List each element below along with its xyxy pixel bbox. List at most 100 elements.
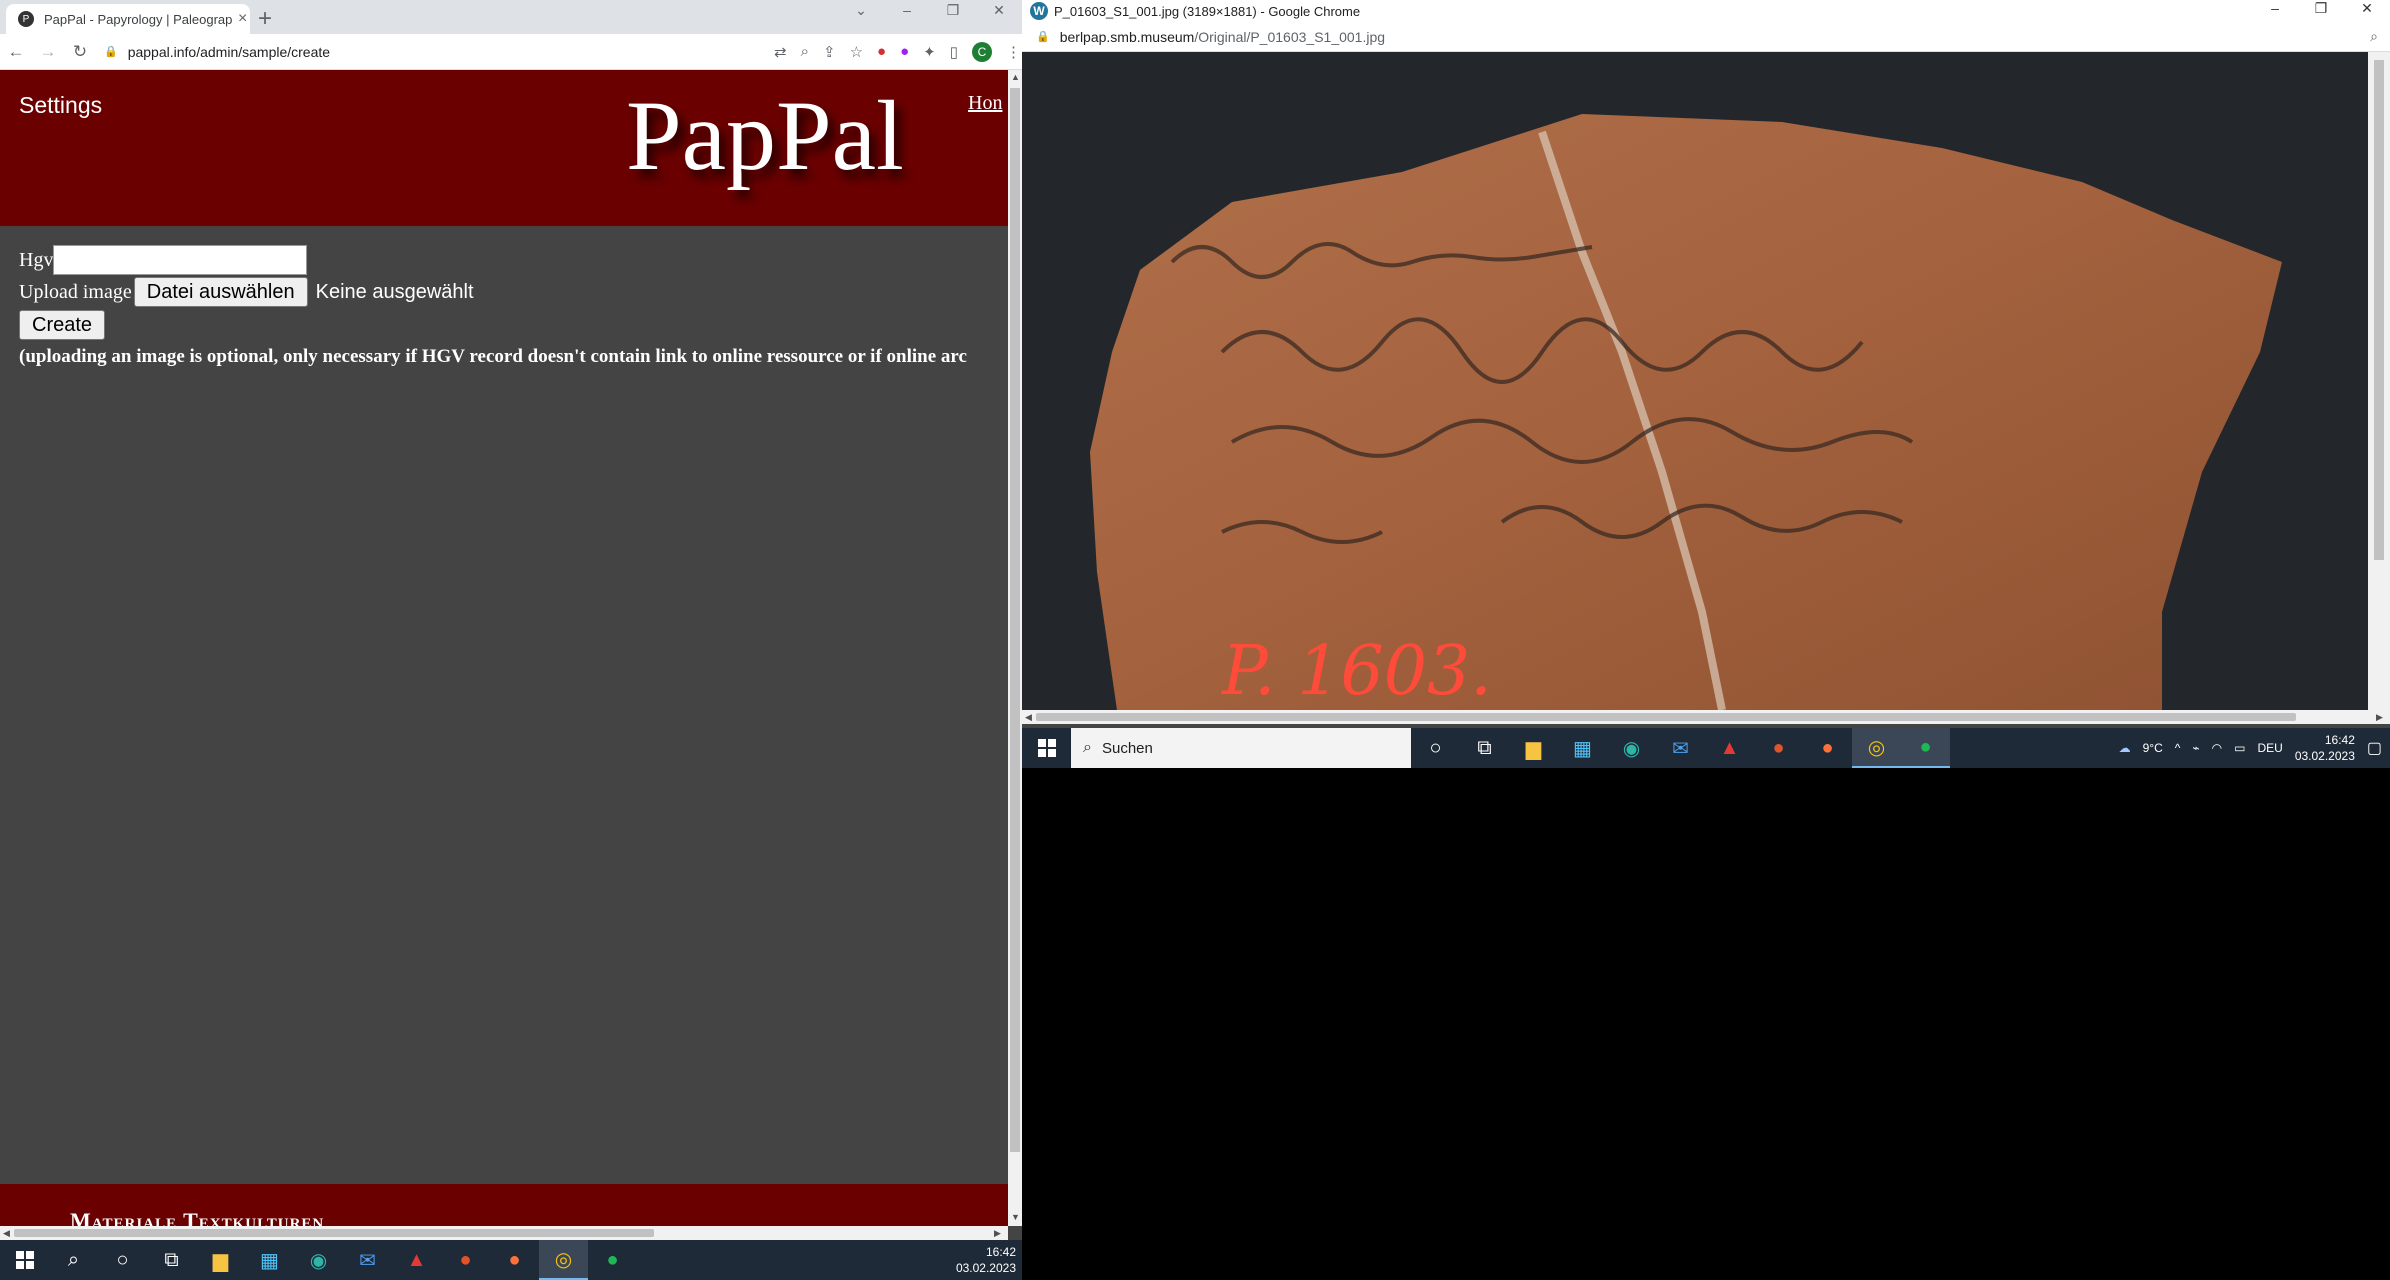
restore-icon[interactable]: ❐ (2298, 0, 2344, 17)
battery-icon[interactable]: ▭ (2234, 741, 2245, 755)
horizontal-scrollbar[interactable]: ◀ ▶ (1022, 710, 2390, 724)
extension-purple-icon[interactable]: ● (900, 43, 909, 60)
acrobat-icon[interactable]: ▲ (1705, 728, 1754, 768)
side-panel-icon[interactable]: ▯ (950, 43, 958, 61)
tab-strip: P PapPal - Papyrology | Paleograph × + ⌄… (0, 0, 1022, 34)
mail-icon[interactable]: ✉ (1656, 728, 1705, 768)
spotify-icon[interactable]: ● (588, 1240, 637, 1280)
weather-temperature[interactable]: 9°C (2143, 741, 2163, 755)
chrome-icon[interactable]: ◎ (539, 1240, 588, 1280)
scrollbar-thumb[interactable] (14, 1229, 654, 1237)
scroll-right-icon[interactable]: ▶ (2376, 712, 2383, 723)
share-icon[interactable]: ⇪ (823, 43, 836, 61)
taskbar-clock[interactable]: 16:42 03.02.2023 (956, 1244, 1016, 1276)
new-tab-icon[interactable]: + (258, 5, 272, 33)
scroll-down-icon[interactable]: ▼ (1011, 1212, 1020, 1222)
minimize-icon[interactable]: – (884, 2, 930, 19)
minimize-icon[interactable]: – (2252, 0, 2298, 17)
powerpoint-icon[interactable]: ● (1754, 728, 1803, 768)
image-inventory-label: P. 1603. (1220, 632, 1492, 710)
tab-search-icon[interactable]: ⌄ (838, 2, 884, 19)
scroll-left-icon[interactable]: ◀ (1025, 712, 1032, 723)
lock-icon: 🔒 (104, 46, 118, 58)
firefox-icon[interactable]: ● (490, 1240, 539, 1280)
powerpoint-icon[interactable]: ● (441, 1240, 490, 1280)
start-windows-icon[interactable] (1022, 728, 1071, 768)
scrollbar-thumb[interactable] (1036, 713, 2296, 721)
close-window-icon[interactable]: ✕ (976, 2, 1022, 19)
scroll-up-icon[interactable]: ▲ (1011, 72, 1020, 82)
file-explorer-icon[interactable]: ▆ (1509, 728, 1558, 768)
cortana-icon[interactable]: ○ (1411, 728, 1460, 768)
site-footer: Materiale Textkulturen (0, 1184, 1008, 1226)
choose-file-button[interactable]: Datei auswählen (133, 277, 308, 307)
wordpress-favicon-icon: W (1030, 2, 1048, 20)
browser-tab[interactable]: P PapPal - Papyrology | Paleograph × (6, 4, 250, 34)
lock-icon: 🔒 (1036, 31, 1050, 43)
extension-red-icon[interactable]: ● (877, 43, 886, 60)
tab-close-icon[interactable]: × (238, 10, 247, 28)
menu-kebab-icon[interactable]: ⋮ (1006, 43, 1021, 61)
firefox-icon[interactable]: ● (1803, 728, 1852, 768)
address-toolbar: ← → ↻ 🔒 pappal.info/admin/sample/create … (0, 34, 1022, 70)
network-icon[interactable]: ⌁ (2192, 741, 2199, 755)
clock-time: 16:42 (985, 1245, 1016, 1259)
search-placeholder: Suchen (1101, 739, 1153, 757)
search-icon[interactable]: ⌕ (49, 1240, 98, 1280)
window-controls: – ❐ ✕ (2252, 0, 2390, 17)
scrollbar-thumb[interactable] (1010, 88, 1020, 1152)
create-button[interactable]: Create (19, 310, 106, 340)
url-path: /Original/P_01603_S1_001.jpg (1194, 28, 1386, 45)
image-viewer[interactable]: P. 1603. (1022, 52, 2368, 710)
store-icon[interactable]: ▦ (245, 1240, 294, 1280)
scroll-right-icon[interactable]: ▶ (994, 1228, 1001, 1239)
zoom-icon[interactable]: ⌕ (801, 43, 809, 60)
scroll-left-icon[interactable]: ◀ (3, 1228, 10, 1239)
restore-icon[interactable]: ❐ (930, 2, 976, 19)
extensions-puzzle-icon[interactable]: ✦ (923, 43, 936, 61)
reload-icon[interactable]: ↻ (64, 42, 96, 62)
edge-icon[interactable]: ◉ (1607, 728, 1656, 768)
chevron-up-icon[interactable]: ^ (2175, 741, 2181, 755)
acrobat-icon[interactable]: ▲ (392, 1240, 441, 1280)
home-link[interactable]: Hon (968, 92, 1002, 115)
back-icon[interactable]: ← (0, 42, 32, 62)
clock-date: 03.02.2023 (2294, 749, 2355, 763)
chrome-icon[interactable]: ◎ (1852, 728, 1901, 768)
clock-date: 03.02.2023 (955, 1261, 1016, 1275)
wifi-icon[interactable]: ◠ (2212, 741, 2222, 755)
spotify-icon[interactable]: ● (1901, 728, 1950, 768)
site-header-banner: Settings PapPal Hon (0, 70, 1008, 226)
translate-icon[interactable]: ⇄ (774, 43, 787, 61)
hgv-input[interactable] (53, 245, 308, 275)
address-bar[interactable]: 🔒 pappal.info/admin/sample/create (104, 44, 664, 60)
start-windows-icon[interactable] (0, 1240, 49, 1280)
window-controls: ⌄ – ❐ ✕ (838, 2, 1022, 19)
language-indicator[interactable]: DEU (2257, 741, 2282, 755)
taskbar-search-box[interactable]: ⌕ Suchen (1071, 728, 1411, 768)
site-logo[interactable]: PapPal (626, 78, 904, 193)
address-bar[interactable]: 🔒 berlpap.smb.museum /Original/P_01603_S… (1022, 22, 2390, 52)
edge-icon[interactable]: ◉ (294, 1240, 343, 1280)
empty-desktop-area (1022, 768, 2390, 1280)
zoom-icon[interactable]: ⌕ (2370, 28, 2378, 45)
settings-link[interactable]: Settings (19, 92, 102, 119)
weather-cloud-icon[interactable]: ☁ (2119, 741, 2131, 755)
bookmark-star-icon[interactable]: ☆ (850, 43, 863, 61)
scrollbar-thumb[interactable] (2374, 60, 2384, 560)
file-explorer-icon[interactable]: ▆ (196, 1240, 245, 1280)
cortana-icon[interactable]: ○ (98, 1240, 147, 1280)
store-icon[interactable]: ▦ (1558, 728, 1607, 768)
task-view-icon[interactable]: ⧉ (147, 1240, 196, 1280)
forward-icon[interactable]: → (32, 42, 64, 62)
mail-icon[interactable]: ✉ (343, 1240, 392, 1280)
taskbar-clock[interactable]: 16:42 03.02.2023 (2295, 732, 2355, 764)
close-window-icon[interactable]: ✕ (2344, 0, 2390, 17)
vertical-scrollbar[interactable]: ▲ ▼ (1008, 70, 1022, 1226)
horizontal-scrollbar[interactable]: ◀ ▶ (0, 1226, 1008, 1240)
profile-avatar[interactable]: C (971, 41, 992, 62)
task-view-icon[interactable]: ⧉ (1460, 728, 1509, 768)
notifications-icon[interactable]: ▢ (2367, 738, 2382, 758)
vertical-scrollbar[interactable] (2368, 52, 2390, 710)
system-tray: ☁ 9°C ^ ⌁ ◠ ▭ DEU 16:42 03.02.2023 ▢ (2119, 728, 2382, 768)
